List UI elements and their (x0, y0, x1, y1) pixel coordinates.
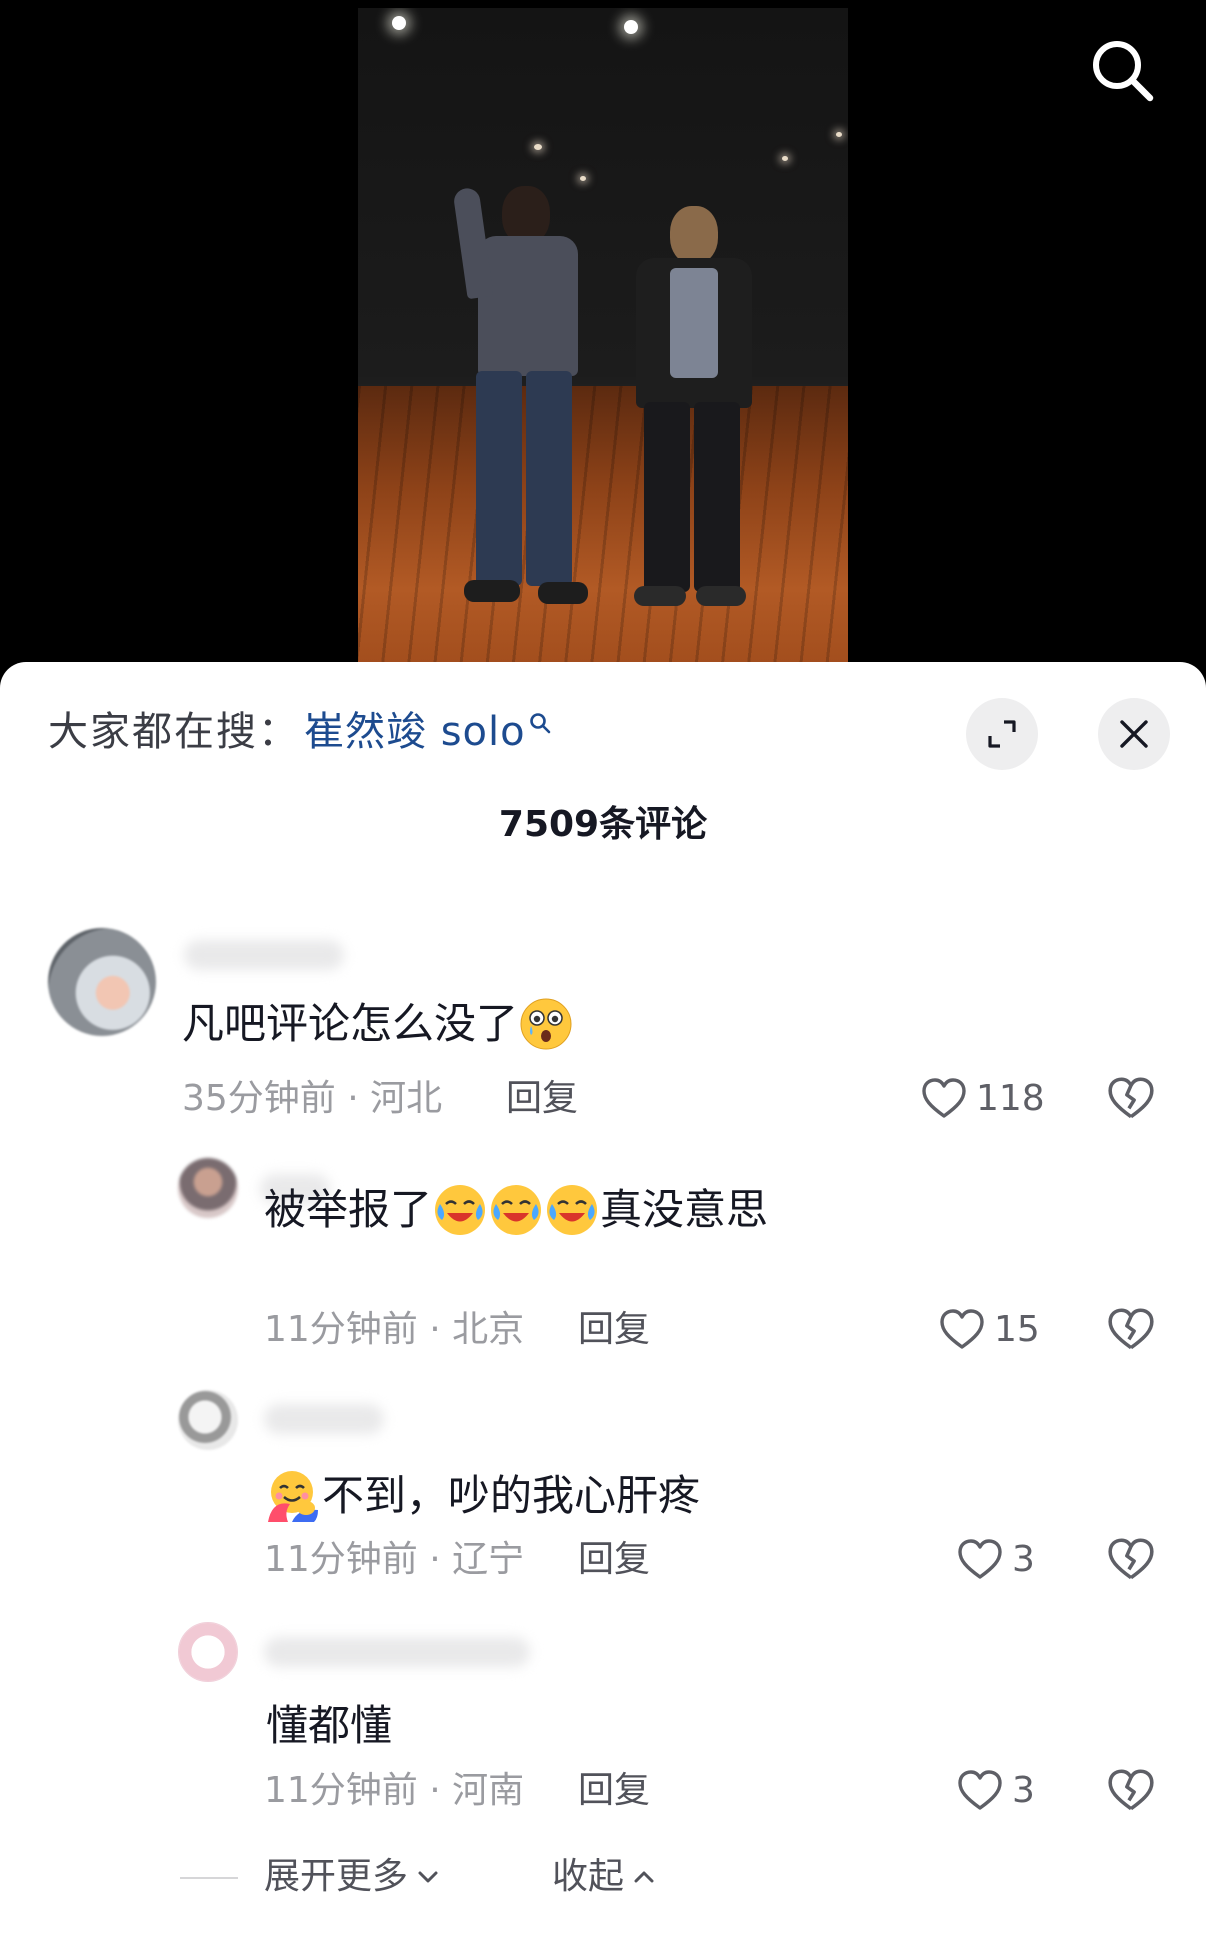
dislike-button[interactable] (1106, 1074, 1156, 1124)
broken-heart-icon (1108, 1538, 1154, 1580)
like-count: 15 (994, 1309, 1040, 1350)
dislike-button[interactable] (1106, 1766, 1156, 1816)
like-count: 3 (1012, 1539, 1035, 1580)
username-blurred[interactable] (264, 1404, 384, 1434)
broken-heart-icon (1108, 1769, 1154, 1811)
comment-text: 懂都懂 (266, 1698, 392, 1754)
comment-body-start: 被举报了 (264, 1185, 433, 1234)
expand-more-label: 展开更多 (264, 1856, 409, 1897)
username-blurred[interactable] (184, 940, 344, 970)
heart-icon (958, 1539, 1002, 1579)
comment-text: 凡吧评论怎么没了 (182, 996, 574, 1052)
expand-icon (988, 720, 1016, 748)
dislike-button[interactable] (1106, 1305, 1156, 1355)
avatar[interactable] (178, 1390, 238, 1450)
like-count: 118 (976, 1078, 1045, 1119)
ceiling-light (392, 16, 406, 30)
trending-search-bar: 大家都在搜： 崔然竣 solo (48, 704, 552, 760)
comment-body-end: 真没意思 (600, 1185, 769, 1234)
laughing-crying-emoji (547, 1185, 598, 1235)
video-frame[interactable] (358, 8, 848, 676)
like-button[interactable]: 118 (920, 1074, 1045, 1124)
expand-button[interactable] (966, 698, 1038, 770)
comment-time-location: 11分钟前 · 北京 (264, 1309, 525, 1350)
broken-heart-icon (1108, 1308, 1154, 1350)
dislike-button[interactable] (1106, 1535, 1156, 1585)
comment-body: 懂都懂 (266, 1701, 393, 1750)
comment-sheet: 大家都在搜： 崔然竣 solo 7509条评论 凡吧评论怎么没了 35分钟前 ·… (0, 662, 1206, 1954)
username-blurred[interactable] (264, 1637, 530, 1667)
broken-heart-icon (1108, 1077, 1154, 1119)
heart-icon (940, 1309, 984, 1349)
search-icon[interactable] (1088, 36, 1158, 106)
collapse-replies-button[interactable]: 收起 (552, 1849, 658, 1905)
ceiling-light (836, 132, 842, 137)
comment-time-location: 35分钟前 · 河北 (182, 1078, 443, 1119)
ceiling-light (534, 144, 542, 150)
like-count: 3 (1012, 1770, 1035, 1811)
trending-search-term[interactable]: 崔然竣 solo (304, 704, 526, 760)
hug-emoji (268, 1471, 318, 1522)
laughing-crying-emoji (435, 1185, 486, 1235)
surprised-crying-emoji (520, 998, 572, 1050)
comment-count: 7509条评论 (498, 804, 708, 845)
comment-text: 被举报了 真没意思 (264, 1182, 768, 1238)
comment-body: 凡吧评论怎么没了 (182, 999, 519, 1048)
replies-toggle-row: 展开更多 收起 (0, 1849, 1206, 1905)
small-search-icon[interactable] (528, 711, 552, 735)
heart-icon (922, 1078, 966, 1118)
comment-time-location: 11分钟前 · 河南 (264, 1770, 525, 1811)
avatar[interactable] (48, 928, 156, 1036)
like-button[interactable]: 3 (956, 1535, 1035, 1585)
collapse-label: 收起 (552, 1856, 625, 1897)
comment-text: 不到，吵的我心肝疼 (266, 1468, 700, 1524)
close-button[interactable] (1098, 698, 1170, 770)
avatar[interactable] (178, 1622, 238, 1682)
like-button[interactable]: 3 (956, 1766, 1035, 1816)
reply-button[interactable]: 回复 (506, 1074, 578, 1124)
heart-icon (958, 1770, 1002, 1810)
chevron-down-icon (418, 1871, 438, 1883)
dancer-right (628, 206, 758, 606)
close-icon (1120, 720, 1148, 748)
wooden-floor (358, 386, 848, 676)
expand-more-replies-button[interactable]: 展开更多 (264, 1849, 442, 1905)
divider-line (180, 1877, 238, 1879)
ceiling-light (580, 176, 586, 181)
reply-button[interactable]: 回复 (578, 1766, 650, 1816)
laughing-crying-emoji (491, 1185, 542, 1235)
trending-prefix: 大家都在搜： (48, 709, 300, 755)
comment-body: 不到，吵的我心肝疼 (322, 1471, 701, 1520)
avatar[interactable] (178, 1158, 238, 1218)
comment-time-location: 11分钟前 · 辽宁 (264, 1539, 525, 1580)
video-player[interactable] (0, 0, 1206, 690)
reply-button[interactable]: 回复 (578, 1535, 650, 1585)
chevron-up-icon (634, 1871, 654, 1883)
reply-button[interactable]: 回复 (578, 1305, 650, 1355)
dancer-left (452, 186, 598, 606)
like-button[interactable]: 15 (938, 1305, 1040, 1355)
ceiling-light (782, 156, 788, 161)
ceiling-light (624, 20, 638, 34)
